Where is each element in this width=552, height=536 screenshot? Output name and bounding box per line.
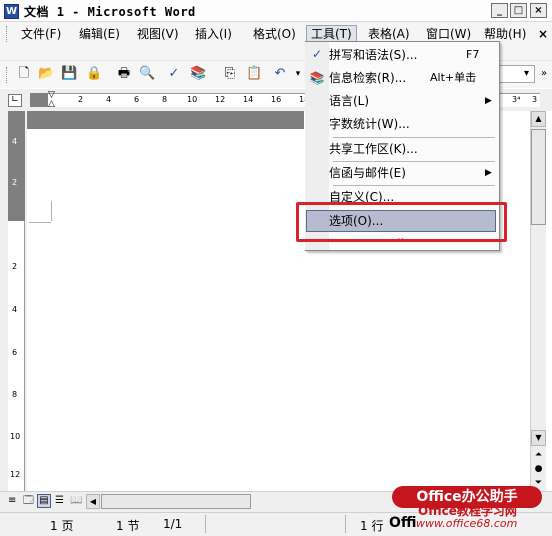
title-bar: W 文档 1 - Microsoft Word _ □ ×	[0, 0, 552, 22]
ruler-tick: 16	[271, 95, 282, 104]
page-top-gap	[27, 111, 304, 129]
menu-spelling-shortcut: F7	[466, 48, 480, 61]
menubar-grip	[6, 26, 9, 42]
research-icon[interactable]: 📚	[190, 66, 206, 82]
margin-corner-mark	[51, 201, 52, 221]
paste-icon[interactable]: 📋	[246, 66, 262, 82]
menu-format[interactable]: 格式(O)	[253, 26, 296, 42]
scroll-left-icon[interactable]: ◀	[86, 494, 100, 509]
horizontal-scrollbar-thumb[interactable]	[101, 494, 251, 509]
ruler-tick: 4	[106, 95, 112, 104]
menu-insert[interactable]: 插入(I)	[195, 26, 232, 42]
submenu-arrow-icon: ▶	[485, 96, 492, 106]
ruler-tick: 8	[162, 95, 168, 104]
new-document-icon[interactable]: 🗋	[16, 66, 32, 82]
status-divider	[205, 515, 206, 533]
print-preview-icon[interactable]: 🔍	[139, 66, 155, 82]
menu-research[interactable]: 信息检索(R)...	[329, 69, 406, 87]
print-view-icon[interactable]: ▤	[37, 494, 51, 508]
menu-research-shortcut: Alt+单击	[430, 71, 477, 84]
ruler-tick: 12	[215, 95, 226, 104]
save-icon[interactable]: 💾	[61, 66, 77, 82]
menu-separator	[333, 185, 495, 186]
vruler-tick: 12	[10, 470, 21, 479]
toolbar-options-icon[interactable]: »	[536, 66, 552, 82]
status-line: 1 行	[360, 519, 384, 533]
menu-table[interactable]: 表格(A)	[368, 26, 410, 42]
spelling-icon: ✓	[311, 47, 323, 61]
window-title: 文档 1 - Microsoft Word	[24, 5, 196, 19]
browse-object-icon[interactable]: ●	[531, 463, 546, 475]
scroll-up-icon[interactable]: ▲	[531, 111, 546, 127]
ruler-tick: 6	[134, 95, 140, 104]
research-icon: 📚	[309, 71, 325, 85]
word-app-icon[interactable]: W	[4, 4, 19, 19]
menu-view[interactable]: 视图(V)	[137, 26, 179, 42]
minimize-button[interactable]: _	[491, 3, 508, 18]
menu-word-count[interactable]: 字数统计(W)...	[329, 115, 410, 133]
menu-shared-workspace[interactable]: 共享工作区(K)...	[329, 140, 418, 158]
prev-page-icon[interactable]: ⏶	[531, 448, 546, 462]
vertical-ruler-margin	[8, 111, 25, 221]
vruler-tick: 2	[12, 178, 18, 187]
status-divider	[345, 515, 346, 533]
ruler-tick: 2	[78, 95, 84, 104]
vruler-tick: 4	[12, 305, 18, 314]
menu-edit[interactable]: 编辑(E)	[79, 26, 120, 42]
close-button[interactable]: ×	[530, 3, 547, 18]
zoom-box[interactable]: ▾	[499, 65, 535, 83]
menu-letters-mailings[interactable]: 信函与邮件(E)	[329, 164, 406, 182]
indent-marker-icon[interactable]: ▽ △	[47, 91, 56, 109]
ruler-tick: 3	[532, 95, 538, 104]
submenu-arrow-icon: ▶	[485, 168, 492, 178]
menu-file[interactable]: 文件(F)	[21, 26, 61, 42]
menu-separator	[333, 161, 495, 162]
print-icon[interactable]: 🖶	[116, 66, 132, 82]
reading-view-icon[interactable]: 📖	[70, 495, 82, 507]
vruler-tick: 2	[12, 262, 18, 271]
normal-view-icon[interactable]: ≡	[8, 495, 20, 507]
ruler-tick: 10	[187, 95, 198, 104]
vruler-tick: 10	[10, 432, 21, 441]
undo-dropdown-icon[interactable]: ▾	[290, 66, 306, 82]
watermark-url: www.office68.com	[416, 517, 518, 530]
ruler-left-margin	[30, 93, 48, 107]
menu-help[interactable]: 帮助(H)	[484, 26, 526, 42]
vruler-tick: 6	[12, 348, 18, 357]
menu-separator	[333, 137, 495, 138]
annotation-highlight-box	[296, 202, 507, 242]
margin-corner-mark	[29, 222, 51, 223]
outline-view-icon[interactable]: ☰	[55, 495, 67, 507]
permission-icon[interactable]: 🔒	[86, 66, 102, 82]
open-folder-icon[interactable]: 📂	[38, 66, 54, 82]
toolbar-grip	[6, 67, 9, 83]
status-section: 1 节	[116, 519, 140, 533]
vruler-tick: 8	[12, 390, 18, 399]
spelling-icon[interactable]: ✓	[166, 66, 182, 82]
status-page-fraction: 1/1	[163, 517, 183, 531]
vruler-tick: 4	[12, 137, 18, 146]
undo-icon[interactable]: ↶	[272, 66, 288, 82]
site-watermark: Office办公助手 Office教程学习网 www.office68.com	[392, 486, 548, 532]
ruler-tick: 3⁴	[512, 95, 521, 104]
menu-language[interactable]: 语言(L)	[329, 92, 369, 110]
menu-window[interactable]: 窗口(W)	[426, 26, 471, 42]
scrollbar-thumb[interactable]	[531, 129, 546, 225]
ruler-tick: 14	[243, 95, 254, 104]
copy-icon[interactable]: ⎘	[222, 66, 238, 82]
close-document-button[interactable]: ×	[538, 26, 548, 42]
scroll-down-icon[interactable]: ▼	[531, 430, 546, 446]
status-page: 1 页	[50, 519, 74, 533]
maximize-button[interactable]: □	[510, 3, 527, 18]
web-view-icon[interactable]: 🗔	[23, 495, 35, 507]
menu-spelling[interactable]: 拼写和语法(S)...	[329, 46, 417, 64]
tab-selector-icon[interactable]: ∟	[8, 94, 22, 107]
